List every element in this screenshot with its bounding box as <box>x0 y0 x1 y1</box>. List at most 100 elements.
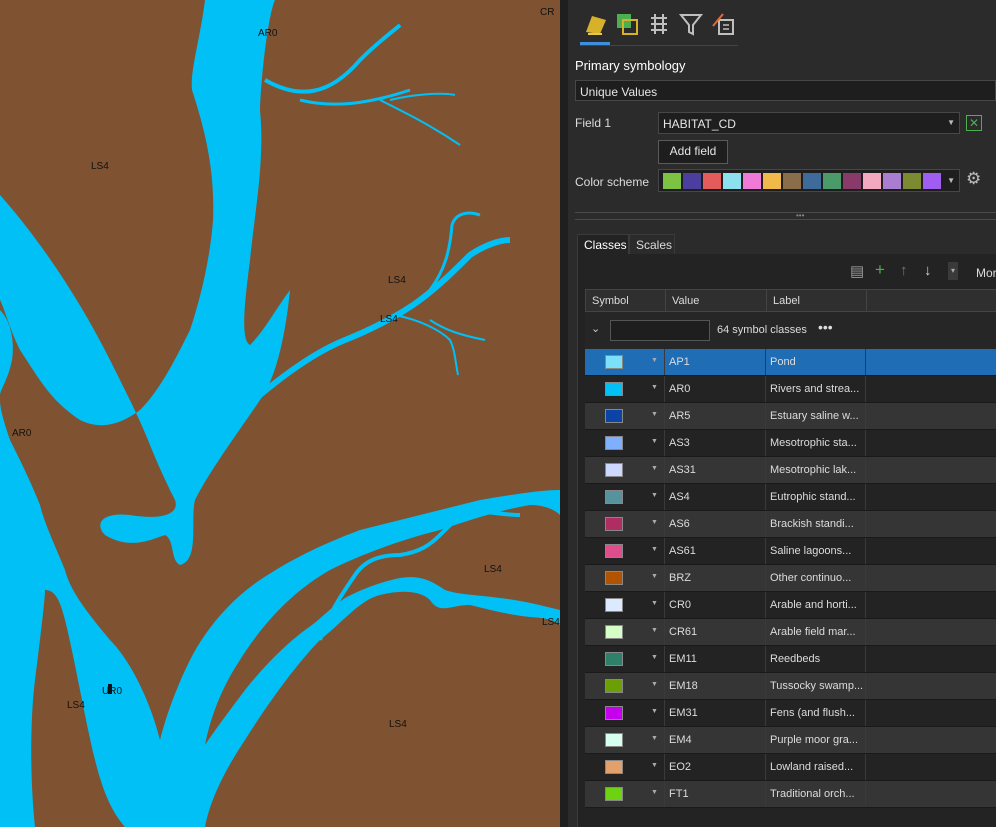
sql-expression-icon[interactable]: ✕ <box>966 115 982 131</box>
field1-dropdown[interactable]: HABITAT_CD ▼ <box>658 112 960 134</box>
label-cell[interactable]: Other continuo... <box>766 565 866 591</box>
add-field-button[interactable]: Add field <box>658 140 728 164</box>
value-cell[interactable]: AS31 <box>665 457 766 483</box>
symbol-swatch[interactable] <box>605 787 623 801</box>
label-cell[interactable]: Arable field mar... <box>766 619 866 645</box>
value-cell[interactable]: AP1 <box>665 349 766 375</box>
chevron-down-icon[interactable]: ▼ <box>651 649 658 667</box>
symbol-swatch[interactable] <box>605 571 623 585</box>
color-scheme-dropdown[interactable]: ▼ <box>658 169 960 192</box>
add-class-icon[interactable]: + <box>875 260 885 280</box>
label-cell[interactable]: Traditional orch... <box>766 781 866 807</box>
symbol-swatch[interactable] <box>605 625 623 639</box>
chevron-down-icon[interactable]: ▼ <box>651 622 658 640</box>
label-cell[interactable]: Reedbeds <box>766 646 866 672</box>
symbol-cell[interactable]: ▼ <box>585 403 665 429</box>
label-cell[interactable]: Rivers and strea... <box>766 376 866 402</box>
filter-icon[interactable] <box>677 10 705 38</box>
chevron-down-icon[interactable]: ▼ <box>651 541 658 559</box>
value-cell[interactable]: EM31 <box>665 700 766 726</box>
map-view[interactable]: AR0 LS4 LS4 LS4 AR0 LS4 LS4 LS4 LS4 UR0 … <box>0 0 560 827</box>
collapse-chevron-icon[interactable]: ⌄ <box>591 322 600 335</box>
symbol-cell[interactable]: ▼ <box>585 673 665 699</box>
label-cell[interactable]: Tussocky swamp... <box>766 673 866 699</box>
label-cell[interactable]: Lowland raised... <box>766 754 866 780</box>
symbol-swatch[interactable] <box>605 733 623 747</box>
renderer-dropdown[interactable]: Unique Values <box>575 80 996 101</box>
value-cell[interactable]: CR0 <box>665 592 766 618</box>
value-cell[interactable]: AR0 <box>665 376 766 402</box>
move-down-icon[interactable]: ↓ <box>924 262 932 279</box>
vary-by-attribute-icon[interactable] <box>613 10 641 38</box>
symbol-cell[interactable]: ▼ <box>585 376 665 402</box>
symbol-swatch[interactable] <box>605 382 623 396</box>
value-cell[interactable]: EM11 <box>665 646 766 672</box>
symbol-swatch[interactable] <box>605 409 623 423</box>
symbol-cell[interactable]: ▼ <box>585 592 665 618</box>
chevron-down-icon[interactable]: ▼ <box>651 730 658 748</box>
label-cell[interactable]: Saline lagoons... <box>766 538 866 564</box>
symbol-cell[interactable]: ▼ <box>585 727 665 753</box>
symbol-swatch[interactable] <box>605 436 623 450</box>
value-cell[interactable]: AS4 <box>665 484 766 510</box>
pane-splitter[interactable] <box>560 0 568 827</box>
symbol-swatch[interactable] <box>605 355 623 369</box>
group-heading-input[interactable] <box>610 320 710 341</box>
ellipsis-menu-icon[interactable]: ••• <box>818 319 833 335</box>
column-header-value[interactable]: Value <box>666 290 767 312</box>
more-symbology-icon[interactable] <box>709 10 737 38</box>
symbol-cell[interactable]: ▼ <box>585 646 665 672</box>
symbol-cell[interactable]: ▼ <box>585 781 665 807</box>
value-cell[interactable]: AR5 <box>665 403 766 429</box>
chevron-down-icon[interactable]: ▼ <box>651 757 658 775</box>
chevron-down-icon[interactable]: ▼ <box>651 487 658 505</box>
chevron-down-icon[interactable]: ▼ <box>651 514 658 532</box>
chevron-down-icon[interactable]: ▼ <box>651 460 658 478</box>
table-row[interactable]: ▼ EM31 Fens (and flush... <box>585 700 996 727</box>
reverse-order-icon[interactable]: ▤ <box>850 262 864 280</box>
table-row[interactable]: ▼ EM18 Tussocky swamp... <box>585 673 996 700</box>
column-header-label[interactable]: Label <box>767 290 867 312</box>
table-row[interactable]: ▼ AS4 Eutrophic stand... <box>585 484 996 511</box>
chevron-down-icon[interactable]: ▼ <box>651 406 658 424</box>
chevron-down-icon[interactable]: ▼ <box>651 352 658 370</box>
symbol-cell[interactable]: ▼ <box>585 457 665 483</box>
label-cell[interactable]: Fens (and flush... <box>766 700 866 726</box>
symbol-swatch[interactable] <box>605 706 623 720</box>
symbol-cell[interactable]: ▼ <box>585 430 665 456</box>
table-row[interactable]: ▼ AS3 Mesotrophic sta... <box>585 430 996 457</box>
label-cell[interactable]: Estuary saline w... <box>766 403 866 429</box>
symbology-icon[interactable] <box>582 10 610 38</box>
chevron-down-icon[interactable]: ▼ <box>651 568 658 586</box>
column-header-symbol[interactable]: Symbol <box>586 290 666 312</box>
table-row[interactable]: ▼ AP1 Pond <box>585 349 996 376</box>
value-cell[interactable]: EM4 <box>665 727 766 753</box>
symbol-cell[interactable]: ▼ <box>585 538 665 564</box>
symbol-swatch[interactable] <box>605 679 623 693</box>
symbol-swatch[interactable] <box>605 517 623 531</box>
label-cell[interactable]: Pond <box>766 349 866 375</box>
label-layer-icon[interactable] <box>645 10 673 38</box>
table-row[interactable]: ▼ AS6 Brackish standi... <box>585 511 996 538</box>
symbol-swatch[interactable] <box>605 490 623 504</box>
label-cell[interactable]: Mesotrophic lak... <box>766 457 866 483</box>
table-row[interactable]: ▼ BRZ Other continuo... <box>585 565 996 592</box>
label-cell[interactable]: Purple moor gra... <box>766 727 866 753</box>
table-row[interactable]: ▼ AS31 Mesotrophic lak... <box>585 457 996 484</box>
symbol-cell[interactable]: ▼ <box>585 619 665 645</box>
value-cell[interactable]: BRZ <box>665 565 766 591</box>
symbol-swatch[interactable] <box>605 463 623 477</box>
symbol-cell[interactable]: ▼ <box>585 565 665 591</box>
table-row[interactable]: ▼ EO2 Lowland raised... <box>585 754 996 781</box>
chevron-down-icon[interactable]: ▼ <box>651 676 658 694</box>
chevron-down-icon[interactable]: ▼ <box>651 784 658 802</box>
table-row[interactable]: ▼ CR61 Arable field mar... <box>585 619 996 646</box>
symbol-swatch[interactable] <box>605 760 623 774</box>
label-cell[interactable]: Arable and horti... <box>766 592 866 618</box>
label-cell[interactable]: Mesotrophic sta... <box>766 430 866 456</box>
table-row[interactable]: ▼ AR5 Estuary saline w... <box>585 403 996 430</box>
value-cell[interactable]: AS61 <box>665 538 766 564</box>
symbol-cell[interactable]: ▼ <box>585 511 665 537</box>
overflow-menu-icon[interactable]: ▾ <box>948 262 958 280</box>
tab-scales[interactable]: Scales <box>629 234 675 255</box>
